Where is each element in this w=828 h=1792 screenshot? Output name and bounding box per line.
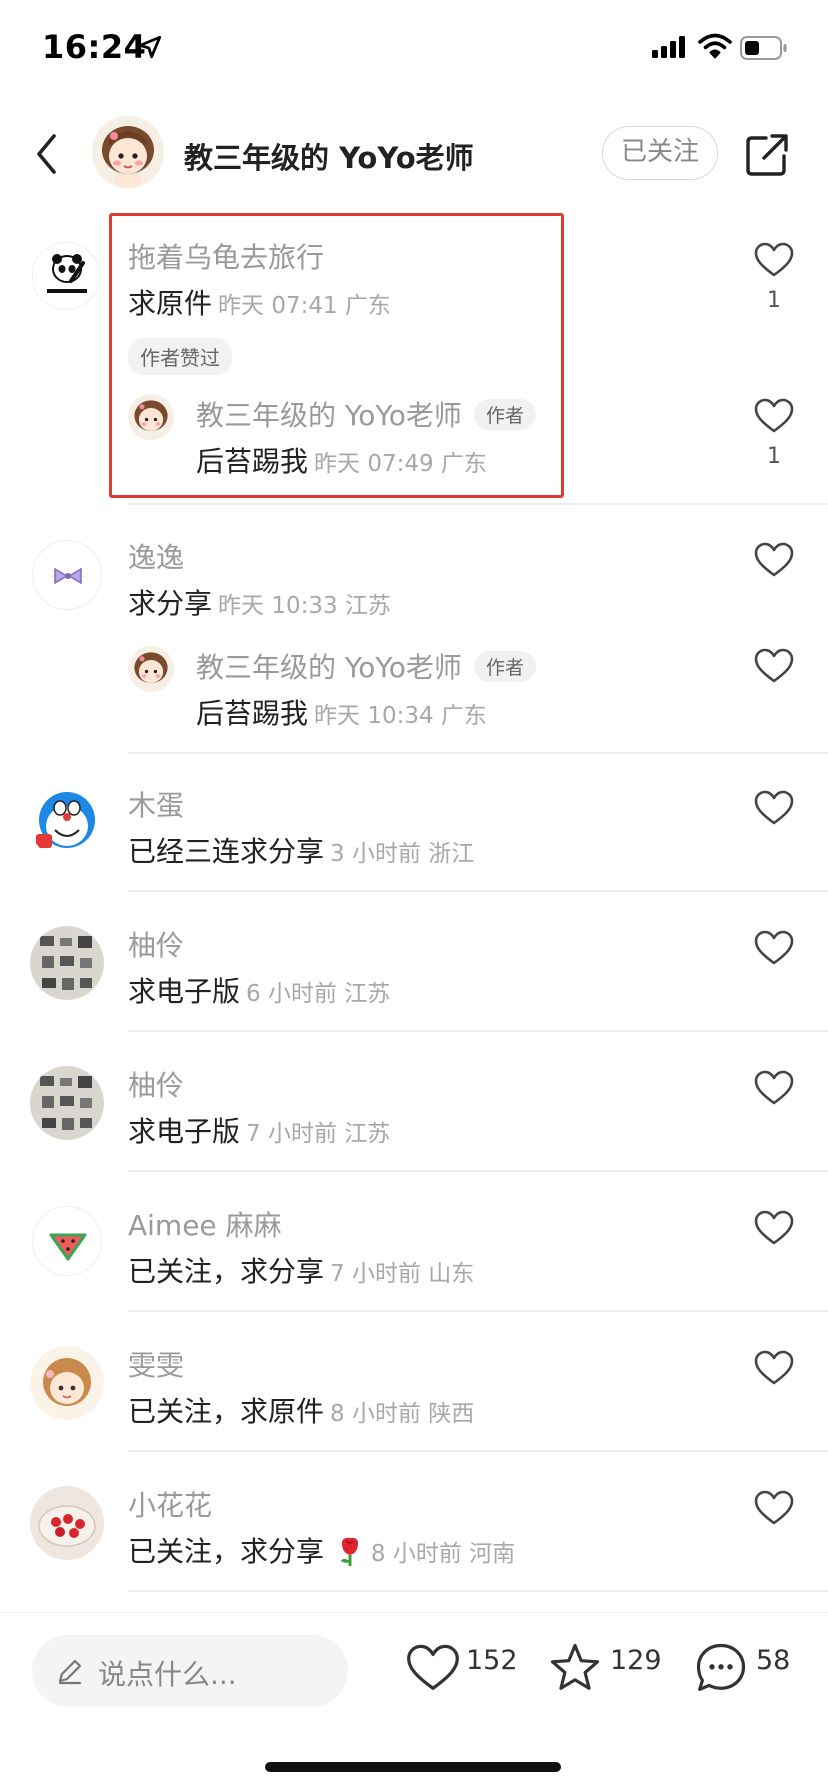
commenter-avatar[interactable] — [32, 242, 100, 310]
reply-meta: 昨天 07:49 广东 — [314, 451, 487, 477]
heart-icon[interactable] — [754, 790, 794, 826]
divider — [128, 503, 828, 505]
commenter-avatar[interactable] — [30, 1346, 104, 1420]
comment-nickname[interactable]: 拖着乌龟去旅行 — [128, 236, 324, 276]
heart-icon[interactable] — [754, 1070, 794, 1106]
comment-text[interactable]: 已经三连求分享 3 小时前 浙江 — [128, 830, 474, 870]
comment-total[interactable]: 58 — [756, 1645, 790, 1676]
page-title: 教三年级的 YoYo老师 — [184, 141, 474, 175]
pencil-icon — [58, 1659, 82, 1685]
heart-icon[interactable] — [754, 930, 794, 966]
heart-icon[interactable] — [754, 1210, 794, 1246]
commenter-avatar[interactable] — [32, 540, 102, 610]
commenter-avatar[interactable] — [30, 786, 104, 860]
rose-emoji-icon — [340, 1537, 358, 1566]
divider — [128, 1030, 828, 1032]
reply-content: 后苔踢我 — [196, 697, 309, 730]
reply-nickname-text: 教三年级的 YoYo老师 — [196, 651, 462, 684]
follow-button[interactable]: 已关注 — [602, 126, 718, 180]
comment-nickname[interactable]: 小花花 — [128, 1484, 212, 1524]
divider — [128, 1590, 828, 1592]
like-count: 1 — [767, 288, 781, 313]
comment-content: 已关注，求分享 — [128, 1255, 325, 1288]
heart-icon[interactable] — [754, 542, 794, 578]
reply-nickname[interactable]: 教三年级的 YoYo老师 作者 — [196, 646, 536, 686]
back-arrow-icon[interactable] — [34, 132, 60, 176]
header: 教三年级的 YoYo老师 已关注 — [0, 110, 828, 210]
signal-icon — [652, 36, 685, 58]
reply-avatar[interactable] — [128, 394, 174, 440]
comment-nickname[interactable]: 雯雯 — [128, 1344, 184, 1384]
comment-content: 求分享 — [128, 587, 213, 620]
comment-meta: 7 小时前 江苏 — [246, 1121, 391, 1147]
divider — [128, 1170, 828, 1172]
comment-text[interactable]: 求分享 昨天 10:33 江苏 — [128, 582, 391, 622]
comment-nickname[interactable]: 木蛋 — [128, 784, 184, 824]
comment-content: 求电子版 — [128, 1115, 241, 1148]
commenter-avatar[interactable] — [30, 1486, 104, 1560]
battery-icon — [740, 36, 787, 60]
wifi-icon — [698, 33, 732, 59]
commenter-avatar[interactable] — [30, 926, 104, 1000]
comment-text[interactable]: 求电子版 6 小时前 江苏 — [128, 970, 390, 1010]
comment-content: 已关注，求原件 — [128, 1395, 325, 1428]
reply-meta: 昨天 10:34 广东 — [314, 703, 487, 729]
reply-avatar[interactable] — [128, 646, 174, 692]
reply-nickname[interactable]: 教三年级的 YoYo老师 作者 — [196, 394, 536, 434]
reply-text[interactable]: 后苔踢我 昨天 07:49 广东 — [196, 440, 487, 480]
author-avatar[interactable] — [92, 116, 164, 188]
comment-nickname[interactable]: 柚伶 — [128, 1064, 184, 1104]
comment-text[interactable]: 已关注，求分享 8 小时前 河南 — [128, 1530, 515, 1570]
like-total[interactable]: 152 — [466, 1645, 518, 1676]
star-total[interactable]: 129 — [610, 1645, 662, 1676]
like-count: 1 — [767, 444, 781, 469]
divider — [128, 752, 828, 754]
comment-input[interactable]: 说点什么... — [32, 1635, 348, 1707]
commenter-avatar[interactable] — [32, 1206, 102, 1276]
divider — [128, 1450, 828, 1452]
comment-meta: 3 小时前 浙江 — [330, 841, 475, 867]
status-time: 16:24 — [42, 28, 147, 66]
comment-meta: 昨天 07:41 广东 — [218, 293, 391, 319]
reply-content: 后苔踢我 — [196, 445, 309, 478]
divider — [128, 890, 828, 892]
heart-icon[interactable] — [406, 1643, 460, 1693]
heart-icon[interactable] — [754, 1490, 794, 1526]
comment-text[interactable]: 已关注，求分享 7 小时前 山东 — [128, 1250, 474, 1290]
heart-icon[interactable] — [754, 242, 794, 278]
reply-nickname-text: 教三年级的 YoYo老师 — [196, 399, 462, 432]
comment-nickname[interactable]: Aimee 麻麻 — [128, 1204, 282, 1244]
comment-meta: 昨天 10:33 江苏 — [218, 593, 391, 619]
home-indicator — [265, 1762, 561, 1772]
comment-content: 求电子版 — [128, 975, 241, 1008]
heart-icon[interactable] — [754, 1350, 794, 1386]
share-icon[interactable] — [744, 132, 790, 178]
comment-meta: 8 小时前 河南 — [370, 1541, 516, 1567]
comment-meta: 7 小时前 山东 — [330, 1261, 475, 1287]
reply-text[interactable]: 后苔踢我 昨天 10:34 广东 — [196, 692, 487, 732]
author-liked-badge: 作者赞过 — [128, 338, 232, 375]
comment-content: 求原件 — [128, 287, 213, 320]
comment-meta: 6 小时前 江苏 — [246, 981, 391, 1007]
comment-content: 已经三连求分享 — [128, 835, 325, 868]
heart-icon[interactable] — [754, 398, 794, 434]
comment-bubble-icon[interactable] — [694, 1641, 748, 1695]
status-bar: 16:24 — [0, 0, 828, 100]
location-arrow-icon — [138, 35, 162, 59]
comment-meta: 8 小时前 陕西 — [330, 1401, 475, 1427]
divider — [128, 1310, 828, 1312]
comment-nickname[interactable]: 逸逸 — [128, 536, 184, 576]
comment-text[interactable]: 求电子版 7 小时前 江苏 — [128, 1110, 390, 1150]
comment-content: 已关注，求分享 — [128, 1535, 325, 1568]
commenter-avatar[interactable] — [30, 1066, 104, 1140]
comment-text[interactable]: 求原件 昨天 07:41 广东 — [128, 282, 391, 322]
author-tag: 作者 — [473, 399, 536, 430]
star-icon[interactable] — [548, 1641, 602, 1695]
author-tag: 作者 — [473, 651, 536, 682]
heart-icon[interactable] — [754, 648, 794, 684]
comment-nickname[interactable]: 柚伶 — [128, 924, 184, 964]
comment-text[interactable]: 已关注，求原件 8 小时前 陕西 — [128, 1390, 474, 1430]
input-placeholder: 说点什么... — [98, 1658, 237, 1691]
